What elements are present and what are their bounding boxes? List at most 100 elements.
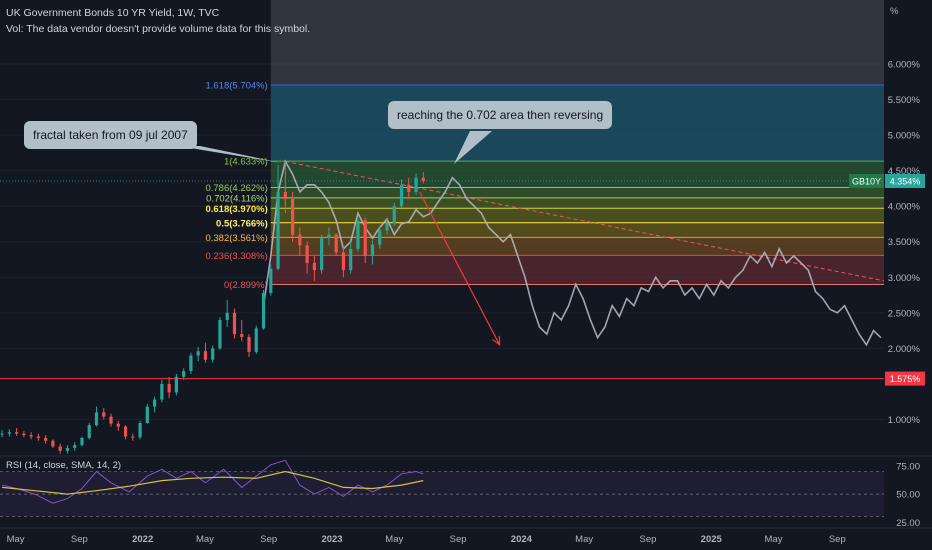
candle	[94, 406, 99, 427]
candle	[203, 342, 208, 363]
candle	[123, 425, 128, 440]
candle-body	[370, 244, 375, 256]
candle-body	[334, 234, 338, 253]
candle	[36, 433, 40, 441]
chart-canvas[interactable]: 1.618(5.704%) 1(4.633%) 0.786(4.262%)0.702…	[0, 0, 932, 550]
candle	[174, 373, 178, 396]
candle-body	[58, 446, 62, 451]
volume-note: Vol: The data vendor doesn't provide vol…	[6, 23, 311, 35]
candle-body	[15, 432, 19, 434]
time-tick-label: 2022	[132, 534, 153, 545]
candle-body	[341, 252, 346, 271]
fib-band	[270, 222, 884, 238]
candle-body	[407, 184, 411, 192]
candle-body	[7, 432, 11, 434]
candle-body	[240, 334, 244, 337]
candle	[109, 413, 113, 427]
candle	[167, 376, 171, 399]
candle-body	[225, 312, 229, 320]
time-tick-label: Sep	[829, 534, 846, 545]
candle	[138, 420, 142, 440]
candle-body	[65, 447, 70, 451]
candle-body	[218, 319, 222, 349]
candle-body	[87, 425, 91, 438]
candle-body	[145, 406, 149, 424]
candle-body	[356, 220, 360, 249]
candle-body	[29, 435, 33, 437]
candle-body	[131, 436, 135, 438]
time-tick-label: Sep	[260, 534, 277, 545]
candle	[131, 433, 135, 441]
time-tick-label: Sep	[640, 534, 657, 545]
candle	[225, 300, 229, 328]
time-tick-label: May	[7, 534, 25, 545]
candle	[182, 368, 186, 380]
candle-body	[182, 371, 186, 377]
fib-band	[270, 161, 884, 188]
candle-body	[261, 292, 266, 329]
candle-body	[102, 412, 106, 417]
fib-band	[270, 208, 884, 223]
candle-body	[247, 336, 251, 352]
candle-body	[36, 436, 40, 438]
candle-body	[51, 440, 55, 447]
candle	[29, 432, 33, 440]
time-tick-label: 2023	[321, 534, 342, 545]
rsi-label: RSI (14, close, SMA, 14, 2)	[6, 460, 121, 471]
candle-body	[305, 245, 309, 264]
price-axis-unit: %	[890, 6, 899, 17]
candle-body	[0, 433, 4, 435]
price-tick-label: 2.500%	[888, 308, 921, 319]
candle	[87, 423, 91, 440]
price-tick-label: 6.000%	[888, 59, 921, 70]
fib-band	[270, 197, 884, 209]
candle-body	[160, 383, 164, 400]
candle	[102, 408, 106, 420]
candle-body	[109, 416, 113, 424]
candle-body	[22, 433, 26, 436]
time-tick-label: Sep	[450, 534, 467, 545]
candle	[73, 442, 77, 451]
candle-body	[283, 191, 287, 200]
candle	[44, 435, 48, 444]
candle-body	[298, 234, 302, 246]
fib-top-zone	[270, 0, 884, 86]
candle-body	[378, 230, 382, 245]
rsi-tick-label: 25.00	[896, 518, 920, 529]
candle	[15, 427, 19, 436]
candle-body	[211, 348, 215, 360]
candle-body	[327, 234, 331, 239]
fib-band	[270, 237, 884, 256]
fib-level-label: 0.702(4.116%)	[206, 193, 268, 204]
callout-reaching: reaching the 0.702 area then reversing	[388, 101, 613, 129]
time-tick-label: 2024	[511, 534, 533, 545]
fib-level-label: 0.5(3.766%)	[216, 218, 268, 229]
candle-body	[116, 423, 120, 427]
candle	[261, 290, 266, 330]
candle-body	[269, 268, 273, 293]
price-tick-label: 3.000%	[888, 273, 921, 284]
price-tick-label: 4.000%	[888, 202, 921, 213]
candle	[116, 420, 120, 431]
candle-body	[94, 412, 99, 426]
candle-body	[320, 238, 324, 271]
current-price-label: 4.354%	[890, 177, 921, 187]
candle-body	[312, 263, 316, 271]
candle-body	[189, 355, 193, 372]
chart-title: UK Government Bonds 10 YR Yield, 1W, TVC	[6, 7, 220, 19]
candle	[247, 334, 251, 357]
candle	[80, 436, 84, 447]
candle-body	[414, 177, 418, 192]
candle	[189, 352, 193, 374]
candle-body	[254, 328, 258, 352]
candle-body	[174, 376, 178, 393]
price-tick-label: 1.000%	[888, 415, 921, 426]
candle-body	[203, 351, 208, 360]
candle-body	[73, 445, 77, 448]
candle	[254, 325, 258, 355]
fib-level-label: 0.618(3.970%)	[205, 204, 267, 215]
fib-level-label: 0(2.899%)	[224, 280, 268, 291]
price-tick-label: 3.500%	[888, 237, 921, 248]
candle	[22, 430, 26, 438]
price-tick-label: 2.000%	[888, 344, 921, 355]
